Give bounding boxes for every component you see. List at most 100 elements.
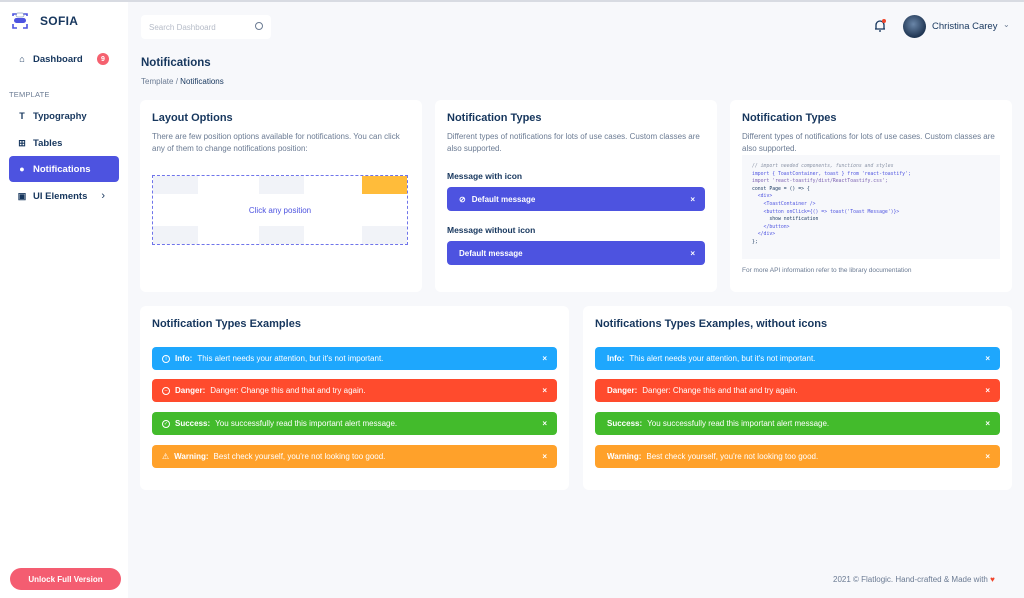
sidebar-item-notifications[interactable]: ● Notifications bbox=[9, 156, 119, 182]
alert-warning[interactable]: ⚠ Warning: Best check yourself, you're not… bbox=[152, 445, 557, 468]
info-icon: i bbox=[162, 354, 170, 363]
user-name[interactable]: Christina Carey bbox=[932, 21, 997, 32]
toast-without-icon[interactable]: Default message × bbox=[447, 241, 705, 265]
breadcrumb-current: Notifications bbox=[180, 77, 224, 86]
examples-card: Notification Types Examples i Info: This a… bbox=[140, 306, 569, 490]
alert-danger[interactable]: Danger: Danger: Change this and that and … bbox=[595, 379, 1000, 402]
toast-with-icon[interactable]: ⊘ Default message × bbox=[447, 187, 705, 211]
search-icon[interactable] bbox=[255, 22, 263, 30]
code-line: }; bbox=[752, 239, 758, 245]
alert-label: Warning: bbox=[607, 452, 642, 461]
alert-label: Success: bbox=[607, 419, 643, 428]
alert-info[interactable]: i Info: This alert needs your attention, b… bbox=[152, 347, 557, 370]
position-bottom-left[interactable] bbox=[153, 226, 198, 244]
alert-label: Danger: bbox=[607, 386, 638, 395]
close-icon[interactable]: × bbox=[690, 195, 695, 204]
card-title: Notification Types bbox=[447, 112, 542, 124]
search-input[interactable]: Search Dashboard bbox=[141, 15, 271, 39]
footer-text: 2021 © Flatlogic. Hand-crafted & Made wi… bbox=[833, 575, 988, 584]
card-title: Notification Types bbox=[742, 112, 837, 124]
sidebar-item-typography[interactable]: T Typography bbox=[9, 103, 119, 129]
alert-text: You successfully read this important ale… bbox=[215, 419, 398, 428]
close-icon[interactable]: × bbox=[985, 354, 990, 363]
close-icon[interactable]: × bbox=[542, 452, 547, 461]
alert-text: Best check yourself, you're not looking … bbox=[646, 452, 819, 461]
code-line: const Page = () => { bbox=[752, 186, 810, 192]
alert-success[interactable]: Success: You successfully read this impor… bbox=[595, 412, 1000, 435]
alert-warning[interactable]: Warning: Best check yourself, you're not … bbox=[595, 445, 1000, 468]
code-line: show notification bbox=[752, 217, 819, 223]
logo-icon bbox=[12, 12, 28, 29]
toast-message: Default message bbox=[471, 194, 536, 204]
alert-text: You successfully read this important ale… bbox=[647, 419, 830, 428]
close-icon[interactable]: × bbox=[542, 354, 547, 363]
home-icon: ⌂ bbox=[19, 54, 25, 64]
close-icon[interactable]: × bbox=[690, 249, 695, 258]
type-icon: T bbox=[19, 111, 25, 121]
warning-icon: ⚠ bbox=[162, 452, 170, 461]
grid-icon: ⊞ bbox=[18, 137, 26, 148]
alert-success[interactable]: ✓ Success: You successfully read this impo… bbox=[152, 412, 557, 435]
logo[interactable]: SOFIA bbox=[10, 12, 78, 30]
check-circle-icon: ⊘ bbox=[459, 194, 466, 204]
page-title: Notifications bbox=[141, 57, 211, 69]
notification-types-card: Notification Types Different types of no… bbox=[435, 100, 717, 292]
alert-label: Warning: bbox=[174, 452, 209, 461]
position-bottom-center[interactable] bbox=[259, 226, 304, 244]
code-line: // import needed components, functions a… bbox=[752, 164, 894, 169]
position-top-left[interactable] bbox=[153, 176, 198, 194]
without-icon-label: Message without icon bbox=[447, 225, 536, 235]
dashboard-badge: 9 bbox=[97, 53, 109, 65]
alert-text: Best check yourself, you're not looking … bbox=[213, 452, 386, 461]
code-line: import { ToastContainer, toast } from 'r… bbox=[752, 171, 911, 177]
position-top-right[interactable] bbox=[362, 176, 407, 194]
card-title: Notification Types Examples bbox=[152, 318, 301, 330]
sidebar-item-dashboard[interactable]: ⌂ Dashboard 9 bbox=[9, 46, 119, 72]
check-circle-icon: ✓ bbox=[162, 419, 170, 428]
code-line: <div> bbox=[752, 194, 773, 200]
unlock-full-version-button[interactable]: Unlock Full Version bbox=[10, 568, 121, 590]
chevron-right-icon: › bbox=[101, 190, 105, 202]
sidebar-item-label: Tables bbox=[33, 137, 63, 149]
close-icon[interactable]: × bbox=[542, 419, 547, 428]
alert-text: This alert needs your attention, but it'… bbox=[629, 354, 816, 363]
with-icon-label: Message with icon bbox=[447, 171, 523, 181]
card-title: Notifications Types Examples, without ic… bbox=[595, 318, 828, 330]
close-icon[interactable]: × bbox=[985, 386, 990, 395]
sidebar-item-ui-elements[interactable]: ▣ UI Elements › bbox=[9, 183, 119, 209]
card-title: Layout Options bbox=[152, 112, 233, 124]
chart-icon: ▣ bbox=[17, 190, 27, 201]
chevron-down-icon[interactable]: ⌄ bbox=[1003, 20, 1010, 29]
user-avatar[interactable] bbox=[903, 15, 926, 38]
alert-danger[interactable]: – Danger: Danger: Change this and that and… bbox=[152, 379, 557, 402]
position-picker: Click any position bbox=[152, 175, 408, 245]
search-placeholder: Search Dashboard bbox=[149, 22, 216, 32]
close-icon[interactable]: × bbox=[542, 386, 547, 395]
examples-no-icons-card: Notifications Types Examples, without ic… bbox=[583, 306, 1012, 490]
sidebar-item-label: UI Elements bbox=[33, 190, 88, 202]
notification-bell-icon[interactable] bbox=[874, 19, 886, 33]
card-description: Different types of notifications for lot… bbox=[742, 132, 995, 153]
position-bottom-right[interactable] bbox=[362, 226, 407, 244]
close-icon[interactable]: × bbox=[985, 452, 990, 461]
code-line: </button> bbox=[752, 224, 790, 230]
alert-label: Info: bbox=[607, 354, 625, 363]
code-line: import 'react-toastify/dist/ReactToastif… bbox=[752, 179, 888, 185]
sidebar-item-label: Typography bbox=[33, 110, 87, 122]
sidebar-item-label: Dashboard bbox=[33, 53, 83, 65]
api-note: For more API information refer to the li… bbox=[742, 267, 912, 274]
sidebar-item-tables[interactable]: ⊞ Tables bbox=[9, 130, 119, 156]
app-name: SOFIA bbox=[40, 14, 79, 28]
breadcrumb-parent[interactable]: Template bbox=[141, 77, 173, 86]
layout-options-card: Layout Options There are few position op… bbox=[140, 100, 422, 292]
alert-info[interactable]: Info: This alert needs your attention, bu… bbox=[595, 347, 1000, 370]
section-label-template: TEMPLATE bbox=[9, 90, 50, 99]
close-icon[interactable]: × bbox=[985, 419, 990, 428]
footer: 2021 © Flatlogic. Hand-crafted & Made wi… bbox=[833, 575, 995, 584]
breadcrumb: Template / Notifications bbox=[141, 77, 224, 86]
position-top-center[interactable] bbox=[259, 176, 304, 194]
card-description: There are few position options available… bbox=[152, 132, 400, 153]
code-line: </div> bbox=[752, 232, 776, 238]
sidebar: SOFIA ⌂ Dashboard 9 TEMPLATE T Typograph… bbox=[0, 2, 128, 598]
position-caption: Click any position bbox=[248, 206, 312, 215]
